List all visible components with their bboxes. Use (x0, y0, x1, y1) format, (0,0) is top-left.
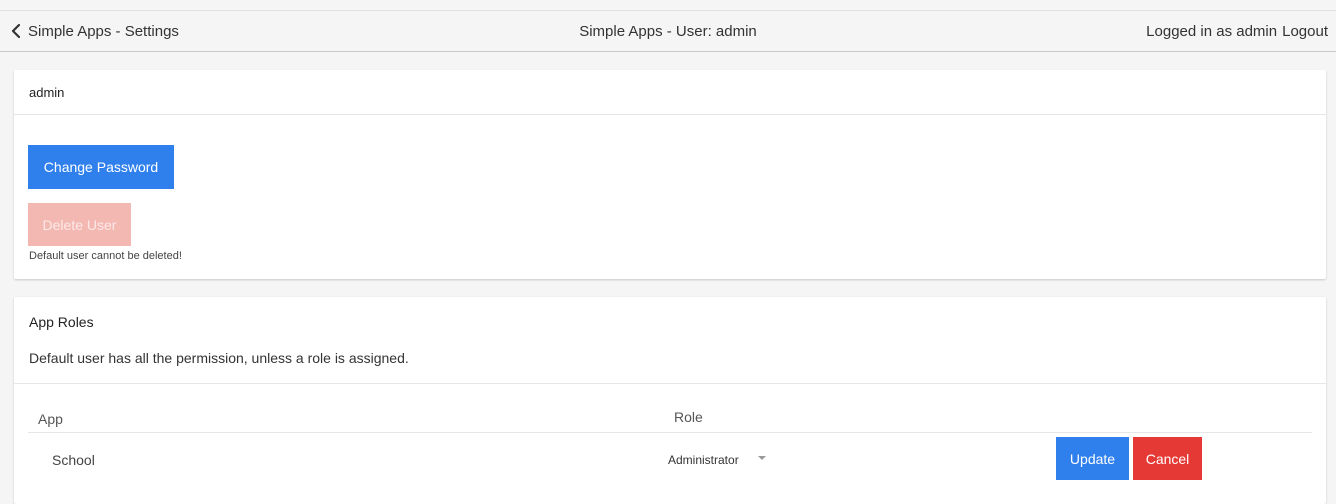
role-select-value: Administrator (668, 453, 739, 467)
caret-down-icon (757, 456, 766, 460)
user-card-header: admin (14, 70, 1326, 115)
app-roles-card: App Roles Default user has all the permi… (14, 297, 1326, 504)
delete-user-button: Delete User (28, 203, 131, 246)
cancel-button[interactable]: Cancel (1133, 437, 1202, 480)
page-title: Simple Apps - User: admin (579, 22, 757, 40)
user-card: admin Change Password Delete User Defaul… (14, 70, 1326, 279)
user-area: Logged in as admin Logout (1146, 11, 1328, 51)
column-header-role: Role (674, 409, 703, 425)
divider (14, 383, 1326, 384)
back-link[interactable]: Simple Apps - Settings (10, 11, 179, 51)
back-link-label: Simple Apps - Settings (28, 22, 179, 40)
app-roles-title: App Roles (29, 314, 94, 330)
delete-user-note: Default user cannot be deleted! (29, 250, 182, 262)
logout-link[interactable]: Logout (1282, 23, 1328, 40)
chevron-left-icon (11, 23, 21, 39)
app-roles-description: Default user has all the permission, unl… (29, 350, 409, 366)
username-label: admin (29, 84, 65, 100)
logged-in-text: Logged in as admin (1146, 22, 1278, 40)
top-nav-bar: Simple Apps - Settings Simple Apps - Use… (0, 10, 1336, 52)
update-button[interactable]: Update (1056, 437, 1129, 480)
row-app-name: School (52, 452, 95, 468)
role-select[interactable]: Administrator (668, 447, 788, 473)
column-header-app: App (38, 411, 63, 427)
table-header-divider (28, 432, 1312, 433)
change-password-button[interactable]: Change Password (28, 145, 174, 189)
